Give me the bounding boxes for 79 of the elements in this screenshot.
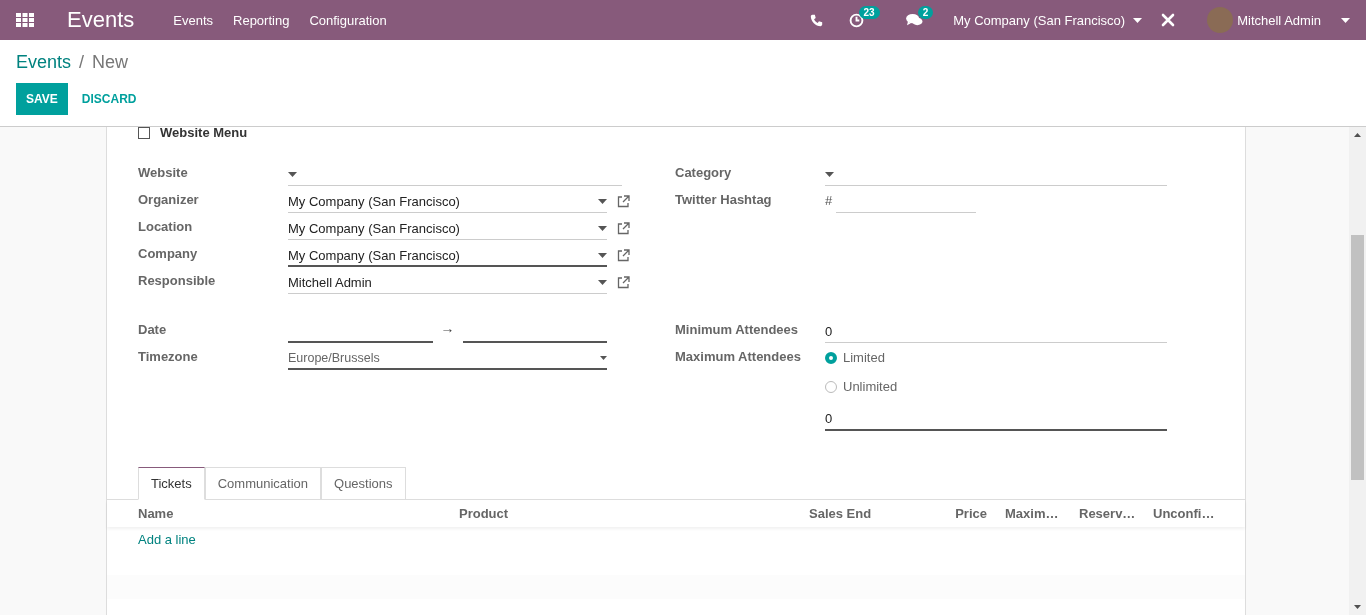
column-header: Sales End — [809, 506, 873, 521]
select-field[interactable]: My Company (San Francisco) — [288, 245, 607, 267]
hashtag-prefix: # — [825, 193, 833, 210]
caret-icon — [288, 172, 297, 177]
field-label: Twitter Hashtag — [675, 192, 773, 209]
radio-label: Unlimited — [843, 379, 898, 394]
caret-icon — [598, 252, 607, 258]
caret-icon — [598, 226, 607, 231]
field-label: Location — [138, 219, 194, 236]
radio-button[interactable] — [825, 351, 837, 364]
select-field[interactable]: Mitchell Admin — [288, 272, 607, 294]
input-field[interactable]: 0 — [825, 321, 1167, 343]
app-title: Events — [67, 7, 135, 33]
scroll-down-icon[interactable] — [1354, 605, 1361, 609]
caret-icon — [598, 199, 607, 204]
select-field[interactable]: My Company (San Francisco) — [288, 191, 607, 213]
column-header: Price — [954, 506, 988, 521]
field-label: Minimum Attendees — [675, 322, 800, 339]
activity-count-badge: 23 — [858, 5, 880, 19]
column-header: Name — [138, 506, 175, 521]
field-value: My Company (San Francisco) — [288, 247, 461, 263]
field-value: 0 — [825, 324, 834, 339]
caret-icon — [825, 172, 834, 177]
field-label: Organizer — [138, 192, 200, 209]
external-link-icon[interactable] — [617, 276, 630, 289]
field-label: Category — [675, 165, 733, 182]
scroll-up-icon[interactable] — [1354, 133, 1361, 137]
menu-item[interactable]: Reporting — [233, 12, 290, 28]
clock-icon[interactable] — [848, 12, 864, 28]
chat-bubbles-icon[interactable] — [905, 13, 923, 27]
select-field[interactable]: My Company (San Francisco) — [288, 218, 607, 240]
column-header: Reserv… — [1079, 506, 1137, 521]
breadcrumb-link[interactable]: Events — [16, 52, 72, 73]
tools-icon[interactable] — [1161, 13, 1176, 27]
caret-icon — [1133, 17, 1143, 23]
field-value: 0 — [825, 410, 834, 426]
message-count-badge: 2 — [917, 6, 934, 19]
field-label: Date — [138, 322, 168, 339]
breadcrumb-current: New — [92, 52, 129, 73]
external-link-icon[interactable] — [617, 195, 630, 208]
phone-icon[interactable] — [809, 13, 823, 27]
field-label: Company — [138, 246, 199, 263]
discard-button[interactable]: DISCARD — [69, 83, 149, 115]
save-button[interactable]: SAVE — [16, 83, 68, 115]
external-link-icon[interactable] — [617, 222, 630, 235]
arrow-text: → — [440, 320, 455, 336]
tab[interactable]: Tickets — [138, 467, 205, 500]
field-label: Timezone — [138, 349, 199, 366]
app-grid-icon[interactable] — [16, 13, 34, 27]
tab[interactable]: Communication — [204, 467, 322, 500]
field-value: My Company (San Francisco) — [288, 194, 461, 209]
avatar — [1207, 7, 1234, 33]
field-label: Maximum Attendees — [675, 349, 802, 364]
tab[interactable]: Questions — [321, 467, 406, 500]
breadcrumb-separator: / — [79, 52, 85, 73]
checkbox[interactable] — [138, 127, 150, 139]
field-value: Europe/Brussels — [288, 351, 381, 365]
select-field[interactable]: Europe/Brussels — [288, 348, 607, 370]
scrollbar[interactable] — [1349, 127, 1366, 615]
add-line-link[interactable]: Add a line — [138, 531, 196, 547]
column-header: Maxim… — [1005, 506, 1060, 521]
company-switcher[interactable]: My Company (San Francisco) — [953, 12, 1126, 28]
caret-icon — [600, 356, 607, 360]
menu-item[interactable]: Events — [173, 12, 213, 28]
input-field[interactable]: 0 — [825, 407, 1167, 431]
menu-item[interactable]: Configuration — [309, 12, 387, 28]
user-menu[interactable]: Mitchell Admin — [1237, 12, 1321, 28]
caret-icon — [1341, 17, 1350, 23]
column-header: Unconfi… — [1153, 506, 1216, 521]
scrollbar-thumb[interactable] — [1351, 235, 1364, 480]
field-label: Responsible — [138, 273, 217, 290]
radio-label: Limited — [843, 350, 885, 365]
field-label: Website Menu — [160, 127, 248, 139]
caret-icon — [598, 280, 607, 285]
field-value: Mitchell Admin — [288, 275, 373, 290]
external-link-icon[interactable] — [617, 249, 630, 262]
field-value: My Company (San Francisco) — [288, 221, 461, 236]
field-label: Website — [138, 165, 189, 182]
column-header: Product — [459, 506, 510, 521]
